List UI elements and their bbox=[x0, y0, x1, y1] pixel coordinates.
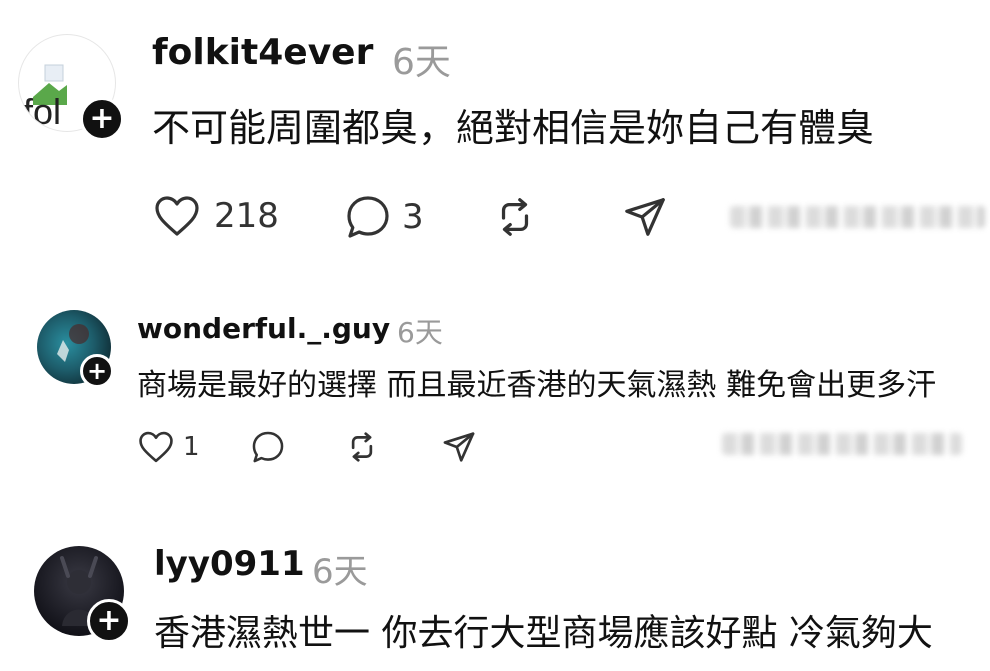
username[interactable]: lyy0911 bbox=[154, 544, 305, 584]
comment-text: 商場是最好的選擇 而且最近香港的天氣濕熱 難免會出更多汗 bbox=[137, 368, 937, 403]
repost-button[interactable] bbox=[492, 195, 538, 239]
timestamp: 6天 bbox=[312, 552, 368, 592]
timestamp: 6天 bbox=[392, 42, 451, 83]
send-icon bbox=[443, 432, 475, 462]
avatar-alt-text: fol bbox=[23, 91, 62, 132]
share-button[interactable] bbox=[441, 430, 477, 464]
threads-comment-list: fol + folkit4ever 6天 不可能周圍都臭，絕對相信是妳自己有體臭… bbox=[0, 0, 990, 671]
plus-icon: + bbox=[86, 357, 108, 385]
send-icon bbox=[625, 198, 665, 236]
post-lyy0911: + lyy0911 6天 香港濕熱世一 你去行大型商場應該好點 冷氣夠大 bbox=[0, 520, 990, 671]
blurred-watermark bbox=[722, 433, 962, 455]
follow-button[interactable]: + bbox=[87, 599, 131, 643]
post-folkit4ever: fol + folkit4ever 6天 不可能周圍都臭，絕對相信是妳自己有體臭… bbox=[0, 0, 990, 260]
comment-bubble-icon bbox=[252, 431, 284, 463]
comment-text: 香港濕熱世一 你去行大型商場應該好點 冷氣夠大 bbox=[154, 613, 933, 654]
blurred-watermark bbox=[730, 206, 985, 228]
heart-icon bbox=[139, 431, 173, 463]
reply-count: 3 bbox=[402, 197, 424, 237]
repost-arrows-icon bbox=[351, 432, 373, 462]
plus-icon: + bbox=[89, 101, 115, 136]
repost-button[interactable] bbox=[344, 430, 380, 464]
comment-text: 不可能周圍都臭，絕對相信是妳自己有體臭 bbox=[152, 106, 875, 150]
follow-button[interactable]: + bbox=[80, 354, 114, 388]
plus-icon: + bbox=[96, 603, 122, 638]
comment-bubble-icon bbox=[347, 196, 389, 238]
username[interactable]: folkit4ever bbox=[152, 32, 373, 73]
heart-icon bbox=[155, 196, 199, 236]
like-count: 1 bbox=[183, 432, 200, 462]
post-wonderful-guy: + wonderful._.guy 6天 商場是最好的選擇 而且最近香港的天氣濕… bbox=[0, 290, 990, 490]
timestamp: 6天 bbox=[397, 316, 443, 349]
username[interactable]: wonderful._.guy bbox=[137, 312, 390, 345]
like-button[interactable]: 1 bbox=[137, 430, 200, 464]
like-count: 218 bbox=[214, 196, 279, 236]
reply-button[interactable] bbox=[250, 430, 286, 464]
repost-arrows-icon bbox=[501, 198, 529, 236]
share-button[interactable] bbox=[622, 195, 668, 239]
follow-button[interactable]: + bbox=[80, 97, 124, 141]
reply-button[interactable]: 3 bbox=[344, 194, 424, 240]
like-button[interactable]: 218 bbox=[152, 194, 279, 238]
